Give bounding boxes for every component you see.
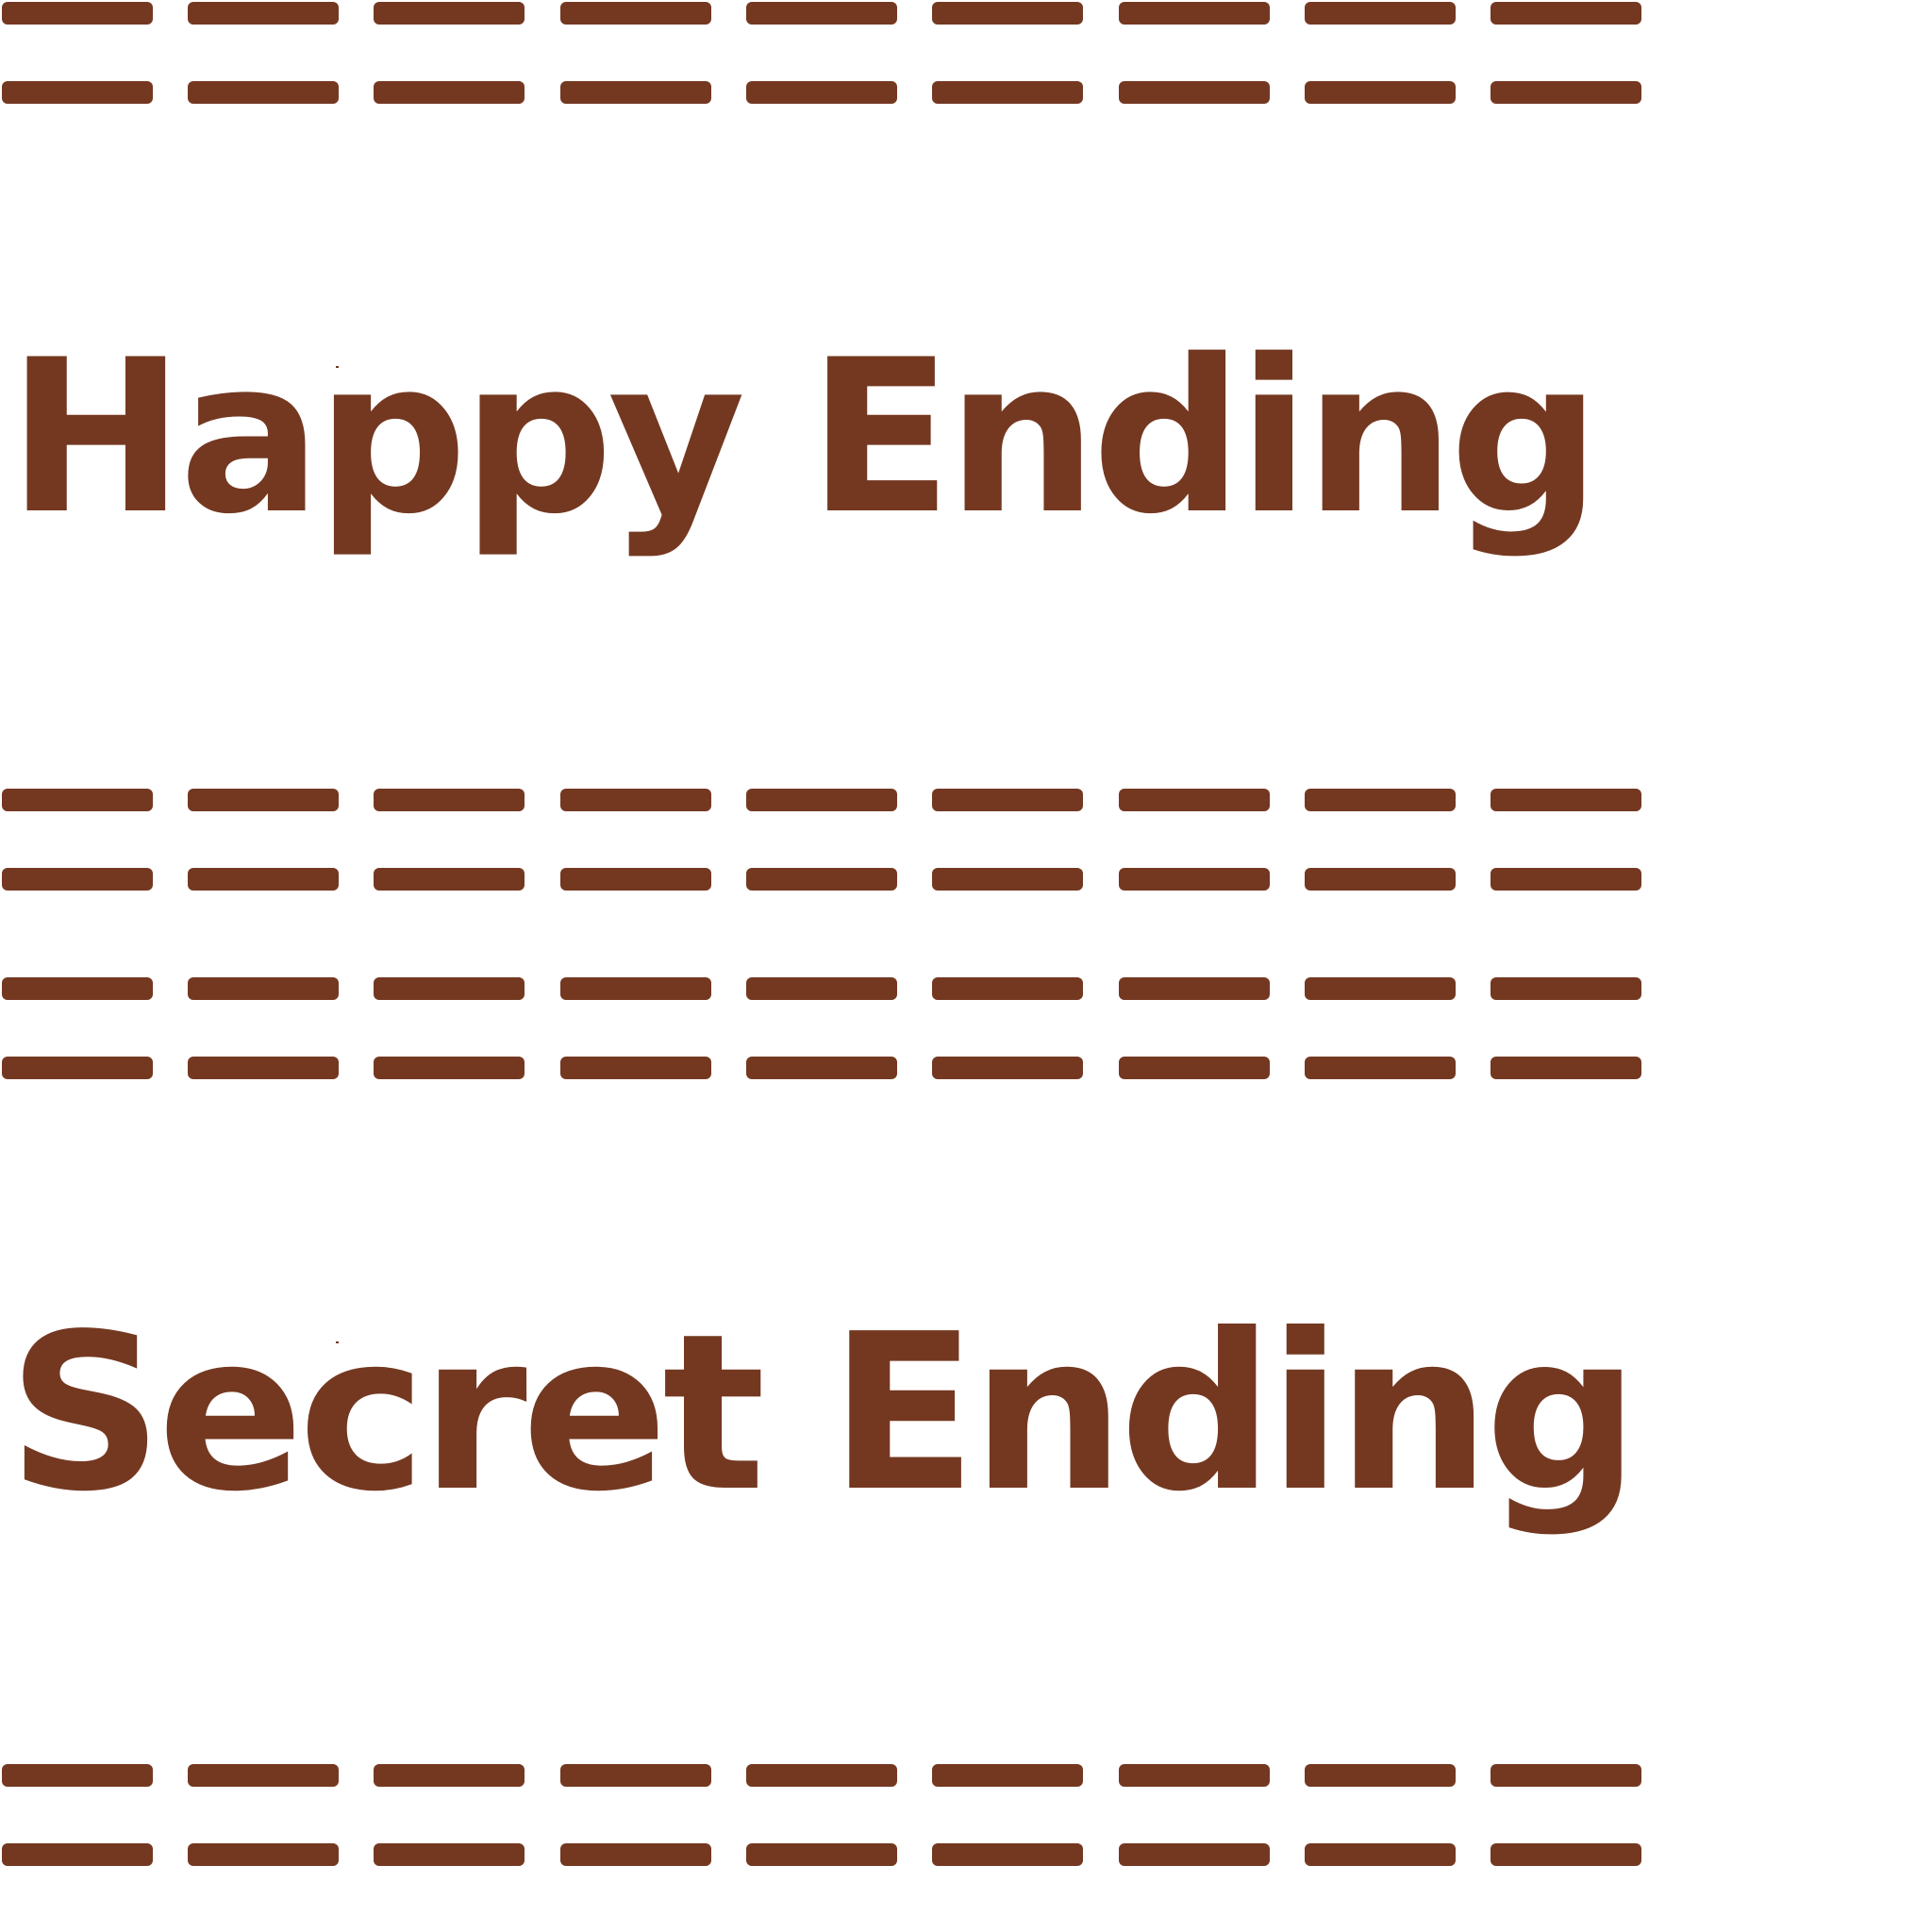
dashed-divider-row	[0, 81, 1641, 104]
dash-segment	[932, 1764, 1083, 1787]
dash-segment	[1491, 789, 1641, 811]
dash-segment	[932, 1057, 1083, 1079]
dash-segment	[188, 789, 339, 811]
dash-segment	[1305, 1057, 1456, 1079]
dash-segment	[1491, 868, 1641, 891]
dash-segment	[746, 2, 897, 25]
dash-segment	[746, 1057, 897, 1079]
dash-segment	[1491, 1843, 1641, 1866]
dash-segment	[374, 81, 525, 104]
dash-segment	[746, 1843, 897, 1866]
dash-segment	[746, 1764, 897, 1787]
dash-segment	[1491, 1057, 1641, 1079]
dash-segment	[1119, 789, 1270, 811]
dash-segment	[188, 1764, 339, 1787]
dash-segment	[560, 868, 711, 891]
dash-segment	[188, 81, 339, 104]
dash-segment	[374, 1764, 525, 1787]
dashed-divider-row	[0, 868, 1641, 891]
dash-segment	[1305, 868, 1456, 891]
dash-segment	[1119, 1843, 1270, 1866]
dash-segment	[932, 1843, 1083, 1866]
dash-segment	[932, 81, 1083, 104]
dash-segment	[746, 81, 897, 104]
dash-segment	[1491, 2, 1641, 25]
dash-segment	[188, 1057, 339, 1079]
dash-segment	[746, 868, 897, 891]
dash-segment	[2, 789, 153, 811]
dash-segment	[1491, 1764, 1641, 1787]
dash-segment	[1491, 977, 1641, 1000]
dash-segment	[746, 977, 897, 1000]
dash-segment	[1305, 1764, 1456, 1787]
dash-segment	[188, 868, 339, 891]
dash-segment	[560, 789, 711, 811]
dash-segment	[560, 1764, 711, 1787]
dash-segment	[932, 977, 1083, 1000]
dash-segment	[2, 1057, 153, 1079]
dashed-divider-row	[0, 789, 1641, 811]
dash-segment	[188, 1843, 339, 1866]
dash-segment	[374, 2, 525, 25]
dashed-divider-row	[0, 1764, 1641, 1787]
dashed-divider-row	[0, 977, 1641, 1000]
dashed-divider-row	[0, 2, 1641, 25]
dash-segment	[1119, 977, 1270, 1000]
dash-segment	[1305, 977, 1456, 1000]
dash-segment	[374, 1843, 525, 1866]
dash-segment	[1305, 1843, 1456, 1866]
dash-segment	[1119, 2, 1270, 25]
dash-segment	[374, 789, 525, 811]
dash-segment	[1119, 1764, 1270, 1787]
dash-segment	[188, 2, 339, 25]
dash-segment	[2, 868, 153, 891]
dash-segment	[2, 81, 153, 104]
dash-segment	[1305, 789, 1456, 811]
dash-segment	[560, 81, 711, 104]
dash-segment	[932, 2, 1083, 25]
dash-segment	[2, 2, 153, 25]
dash-segment	[374, 868, 525, 891]
dash-segment	[1305, 2, 1456, 25]
dash-segment	[188, 977, 339, 1000]
secret-ending-title: Secret Ending	[8, 1287, 1640, 1539]
dash-segment	[1119, 868, 1270, 891]
dash-segment	[560, 1057, 711, 1079]
dashed-divider-row	[0, 1843, 1641, 1866]
dash-segment	[1119, 1057, 1270, 1079]
dash-segment	[2, 977, 153, 1000]
dash-segment	[1491, 81, 1641, 104]
dash-segment	[2, 1764, 153, 1787]
dash-segment	[1305, 81, 1456, 104]
dash-segment	[2, 1843, 153, 1866]
dash-segment	[374, 1057, 525, 1079]
dash-segment	[560, 2, 711, 25]
dash-segment	[560, 977, 711, 1000]
dash-segment	[560, 1843, 711, 1866]
dash-segment	[1119, 81, 1270, 104]
happy-ending-title: Happy Ending	[8, 314, 1601, 560]
dash-segment	[374, 977, 525, 1000]
dash-segment	[746, 789, 897, 811]
dash-segment	[932, 789, 1083, 811]
dash-segment	[932, 868, 1083, 891]
dashed-divider-row	[0, 1057, 1641, 1079]
